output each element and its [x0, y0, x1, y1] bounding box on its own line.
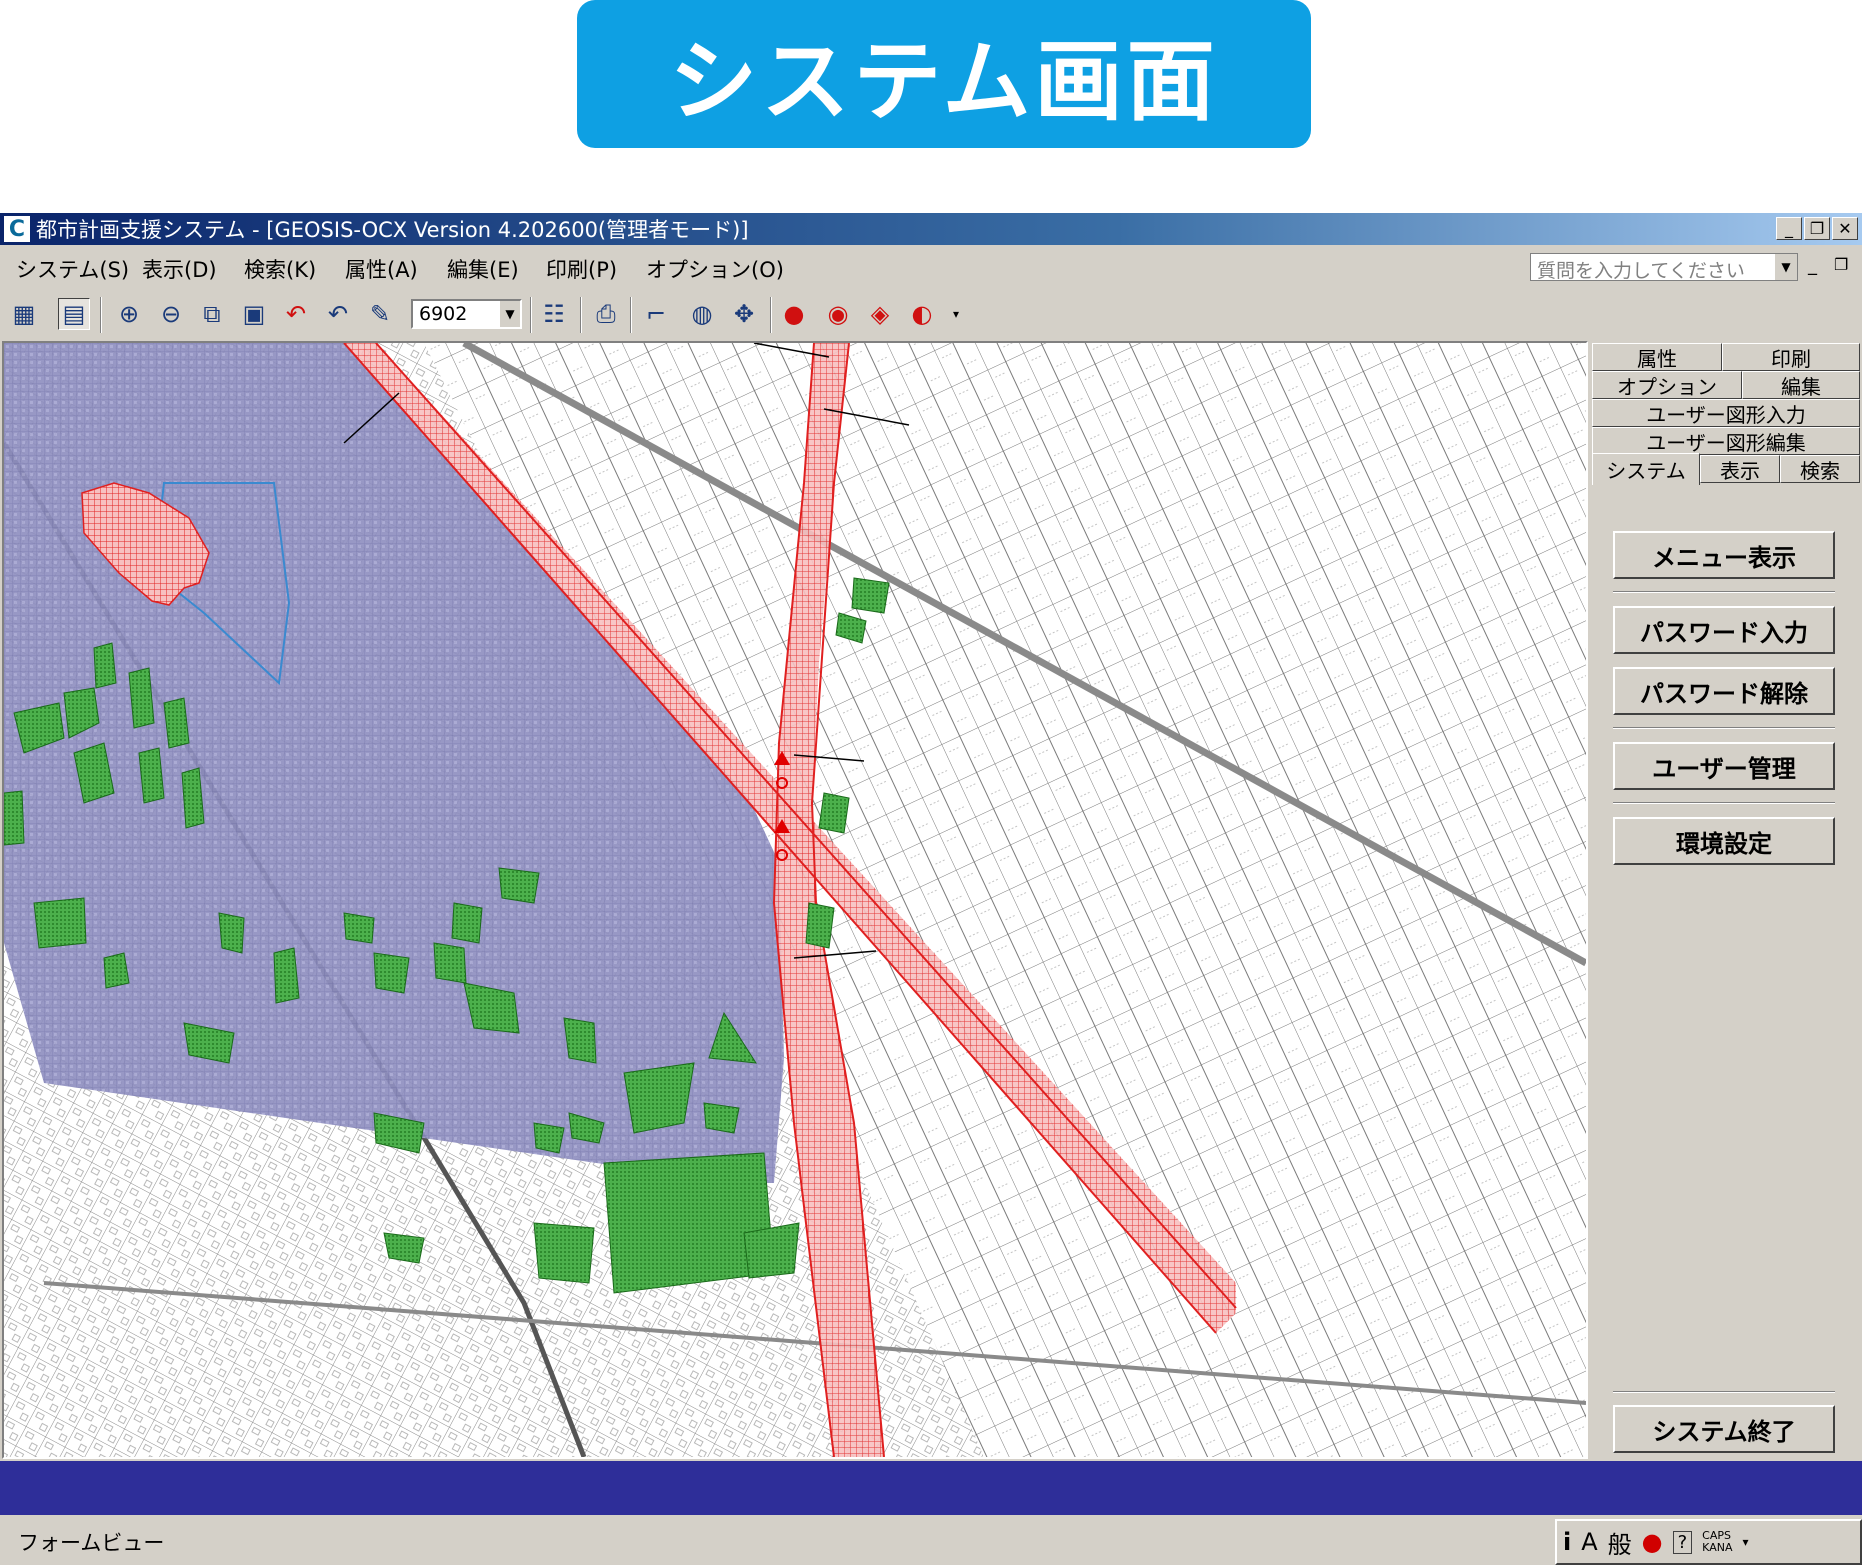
layers-icon[interactable]: ▦	[8, 298, 40, 330]
zoom-in-icon[interactable]: ⊕	[113, 298, 145, 330]
menu-display-button[interactable]: メニュー表示	[1613, 531, 1835, 579]
tab-user-shape-edit[interactable]: ユーザー図形編集	[1592, 427, 1860, 455]
mdi-restore-icon[interactable]: ❐	[1834, 255, 1848, 274]
minimize-button[interactable]: _	[1776, 217, 1802, 240]
marker-icon[interactable]: ●	[778, 298, 810, 330]
help-question-placeholder: 質問を入力してください	[1537, 260, 1745, 282]
menu-system[interactable]: システム(S)	[16, 254, 129, 284]
ime-toolbar: i A 般 ● ? CAPS KANA ▾	[1555, 1519, 1862, 1565]
status-text: フォームビュー	[18, 1531, 165, 1555]
ime-pad-icon[interactable]: ●	[1642, 1528, 1663, 1556]
marker-add-icon[interactable]: ◉	[822, 298, 854, 330]
system-exit-button[interactable]: システム終了	[1613, 1405, 1835, 1453]
dropdown-arrow-icon[interactable]: ▼	[500, 301, 520, 327]
undo-icon[interactable]: ↶	[280, 298, 312, 330]
status-bar: フォームビュー i A 般 ● ? CAPS KANA ▾	[0, 1517, 1862, 1565]
globe-icon[interactable]: ◍	[686, 298, 718, 330]
menu-print[interactable]: 印刷(P)	[546, 254, 617, 284]
password-release-button[interactable]: パスワード解除	[1613, 667, 1835, 715]
view-icon[interactable]: ▣	[238, 298, 270, 330]
tab-user-shape-input[interactable]: ユーザー図形入力	[1592, 399, 1860, 427]
menu-search[interactable]: 検索(K)	[244, 254, 316, 284]
ime-kanji-mode[interactable]: 般	[1608, 1525, 1632, 1560]
user-management-button[interactable]: ユーザー管理	[1613, 742, 1835, 790]
tab-view[interactable]: 表示	[1700, 455, 1780, 483]
properties-icon[interactable]: ☷	[538, 298, 570, 330]
menu-attribute[interactable]: 属性(A)	[345, 254, 418, 284]
app-logo-icon: C	[4, 216, 30, 242]
output-band	[0, 1461, 1862, 1515]
list-view-icon[interactable]: ▤	[58, 298, 90, 330]
redo-icon[interactable]: ↶	[322, 298, 354, 330]
environment-settings-button[interactable]: 環境設定	[1613, 817, 1835, 865]
refresh-icon[interactable]: ✎	[364, 298, 396, 330]
marker-edit-icon[interactable]: ◈	[864, 298, 896, 330]
map-view[interactable]	[2, 341, 1588, 1459]
scale-value: 6902	[419, 303, 468, 325]
tab-search[interactable]: 検索	[1780, 455, 1860, 483]
toolbar-overflow-icon[interactable]: ▾	[940, 298, 972, 330]
pan-icon[interactable]: ✥	[728, 298, 760, 330]
map-canvas[interactable]	[4, 343, 1586, 1457]
menu-view[interactable]: 表示(D)	[142, 254, 217, 284]
app-window: C 都市計画支援システム - [GEOSIS-OCX Version 4.202…	[0, 213, 1862, 1565]
tab-system[interactable]: システム	[1592, 453, 1700, 485]
kana-indicator: KANA	[1702, 1541, 1733, 1554]
title-bar: C 都市計画支援システム - [GEOSIS-OCX Version 4.202…	[0, 213, 1862, 245]
help-icon[interactable]: ?	[1672, 1530, 1693, 1554]
tab-attribute[interactable]: 属性	[1592, 343, 1722, 371]
restore-button[interactable]: ❐	[1804, 217, 1830, 240]
tab-edit[interactable]: 編集	[1742, 371, 1860, 399]
scale-select[interactable]: 6902 ▼	[411, 299, 522, 329]
window-title: 都市計画支援システム - [GEOSIS-OCX Version 4.20260…	[36, 218, 749, 242]
tab-print[interactable]: 印刷	[1722, 343, 1860, 371]
ime-options-icon[interactable]: ▾	[1742, 1535, 1748, 1549]
ime-mode[interactable]: A	[1581, 1528, 1597, 1556]
ime-info-icon[interactable]: i	[1563, 1528, 1571, 1556]
side-panel: 属性 印刷 オプション 編集 ユーザー図形入力 ユーザー図形編集 システム 表示…	[1590, 341, 1862, 1459]
dropdown-arrow-icon[interactable]: ▼	[1775, 254, 1797, 280]
marker-delete-icon[interactable]: ◐	[906, 298, 938, 330]
page-banner-title: システム画面	[577, 0, 1311, 148]
menu-edit[interactable]: 編集(E)	[447, 254, 519, 284]
mdi-minimize-icon[interactable]: _	[1808, 255, 1817, 276]
tab-options[interactable]: オプション	[1592, 371, 1742, 399]
help-question-input[interactable]: 質問を入力してください ▼	[1530, 253, 1798, 282]
print-icon[interactable]: ⎙	[590, 298, 622, 330]
close-button[interactable]: ✕	[1832, 217, 1858, 240]
menu-options[interactable]: オプション(O)	[646, 254, 784, 284]
measure-icon[interactable]: ⌐	[640, 298, 672, 330]
zoom-window-icon[interactable]: ⧉	[196, 298, 228, 330]
password-input-button[interactable]: パスワード入力	[1613, 606, 1835, 654]
zoom-out-icon[interactable]: ⊖	[155, 298, 187, 330]
